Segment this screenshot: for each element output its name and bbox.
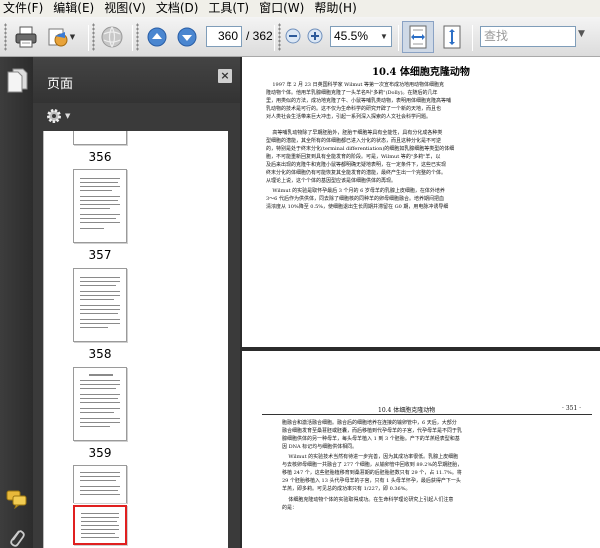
fit-page-icon bbox=[443, 25, 461, 49]
menu-bar: 文件(F) 编辑(E) 视图(V) 文档(D) 工具(T) 窗口(W) 帮助(H… bbox=[0, 0, 600, 17]
menu-help[interactable]: 帮助(H) bbox=[310, 0, 362, 17]
page-thumbnail[interactable] bbox=[73, 268, 127, 342]
menu-file[interactable]: 文件(F) bbox=[0, 0, 49, 17]
page-thumbnail-label: 359 bbox=[88, 446, 112, 460]
paragraph: Wilmut 的实验是取怀孕最后 3 个月的 6 岁母羊的乳腺上皮细胞，在体外培… bbox=[266, 188, 449, 210]
fit-page-button[interactable] bbox=[436, 21, 468, 53]
page-running-header: 10.4 体细胞克隆动物 · 351 · bbox=[262, 403, 592, 415]
pages-panel-toolbar: ▼ bbox=[33, 103, 240, 131]
page-total: / 362 bbox=[246, 29, 273, 43]
paragraph: 胞融合和激活融合细胞。融合后的细胞培养在连接的输卵管中，6 天后，大部分 融合细… bbox=[282, 420, 463, 450]
page-thumbnail[interactable] bbox=[73, 367, 127, 441]
document-page: 10.4 体细胞克隆动物 1997 年 2 月 23 日英国科学家 Wilmut… bbox=[242, 57, 600, 347]
toolbar: ▼ 360 / 362 45.5% ▼ 查找 ▼ bbox=[0, 17, 600, 57]
paragraph: 1997 年 2 月 23 日英国科学家 Wilmut 等第一次宣布成功地用动物… bbox=[266, 82, 452, 120]
pages-icon bbox=[7, 68, 28, 93]
options-button[interactable]: ▼ bbox=[45, 107, 70, 125]
attachments-icon bbox=[10, 530, 25, 547]
zoom-out-icon bbox=[285, 28, 301, 44]
fit-width-button[interactable] bbox=[402, 21, 434, 53]
page-thumbnail[interactable] bbox=[73, 169, 127, 243]
zoom-select[interactable]: 45.5% ▼ bbox=[330, 26, 392, 47]
navigation-strip bbox=[0, 57, 33, 548]
gear-icon bbox=[47, 109, 61, 123]
prev-page-icon bbox=[147, 27, 167, 47]
menu-edit[interactable]: 编辑(E) bbox=[49, 0, 100, 17]
section-title: 10.4 体细胞克隆动物 bbox=[372, 67, 470, 78]
print-icon bbox=[15, 26, 37, 48]
page-thumbnail[interactable] bbox=[73, 465, 127, 503]
chevron-down-icon: ▼ bbox=[65, 112, 71, 120]
chevron-down-icon[interactable]: ▼ bbox=[377, 27, 391, 46]
page-thumbnail-selected[interactable] bbox=[73, 505, 127, 545]
close-icon[interactable]: × bbox=[218, 69, 232, 83]
zoom-out-button[interactable] bbox=[284, 27, 302, 45]
pages-panel-header: 页面 × bbox=[33, 57, 240, 103]
next-page-button[interactable] bbox=[176, 25, 198, 49]
fit-width-icon bbox=[409, 25, 427, 49]
menu-window[interactable]: 窗口(W) bbox=[255, 0, 310, 17]
zoom-in-icon bbox=[307, 28, 323, 44]
document-view[interactable]: 10.4 体细胞克隆动物 1997 年 2 月 23 日英国科学家 Wilmut… bbox=[240, 57, 600, 548]
zoom-value: 45.5% bbox=[334, 29, 369, 43]
menu-view[interactable]: 视图(V) bbox=[100, 0, 152, 17]
page-thumbnail-label: 357 bbox=[88, 248, 112, 262]
next-page-icon bbox=[177, 27, 197, 47]
page-number-input[interactable]: 360 bbox=[206, 26, 242, 47]
comments-nav-button[interactable] bbox=[6, 489, 28, 512]
panel-title: 页面 bbox=[47, 77, 74, 92]
collaborate-button[interactable] bbox=[98, 23, 126, 51]
share-button[interactable]: ▼ bbox=[44, 23, 78, 51]
running-header-title: 10.4 体细胞克隆动物 bbox=[378, 407, 436, 414]
print-button[interactable] bbox=[12, 23, 40, 51]
pages-nav-button[interactable] bbox=[6, 67, 28, 96]
page-thumbnail[interactable] bbox=[73, 131, 127, 145]
comments-icon bbox=[6, 490, 27, 510]
paragraph: Wilmut 的实验技术当然有待进一步完善，因为其成功率很低。乳腺上皮细胞 与去… bbox=[282, 454, 463, 492]
toolbar-grip[interactable] bbox=[4, 23, 7, 51]
page-thumbnails: 356 357 358 359 bbox=[43, 131, 228, 548]
panel-scrollbar[interactable] bbox=[228, 131, 240, 548]
menu-document[interactable]: 文档(D) bbox=[152, 0, 205, 17]
search-dropdown-icon[interactable]: ▼ bbox=[578, 29, 585, 39]
attachments-nav-button[interactable] bbox=[6, 527, 26, 548]
prev-page-button[interactable] bbox=[146, 25, 168, 49]
paragraph: 体细胞克隆动物个体的实验取得成功。在生命科学理论研究上引起人们注意 的是： bbox=[282, 497, 454, 511]
globe-icon bbox=[101, 26, 123, 48]
page-thumbnail-label: 358 bbox=[88, 347, 112, 361]
running-header-page-number: · 351 · bbox=[562, 405, 582, 412]
menu-tools[interactable]: 工具(T) bbox=[204, 0, 255, 17]
zoom-in-button[interactable] bbox=[306, 27, 324, 45]
share-icon bbox=[48, 28, 68, 47]
search-input[interactable]: 查找 bbox=[480, 26, 576, 47]
page-thumbnail-label: 356 bbox=[88, 150, 112, 164]
paragraph: 高等哺乳动物除了早期胚胎外，胚胎干细胞等具有全能性，具有分化成各种类 型细胞的潜… bbox=[266, 130, 455, 184]
document-page: 10.4 体细胞克隆动物 · 351 · 胞融合和激活融合细胞。融合后的细胞培养… bbox=[242, 351, 600, 548]
